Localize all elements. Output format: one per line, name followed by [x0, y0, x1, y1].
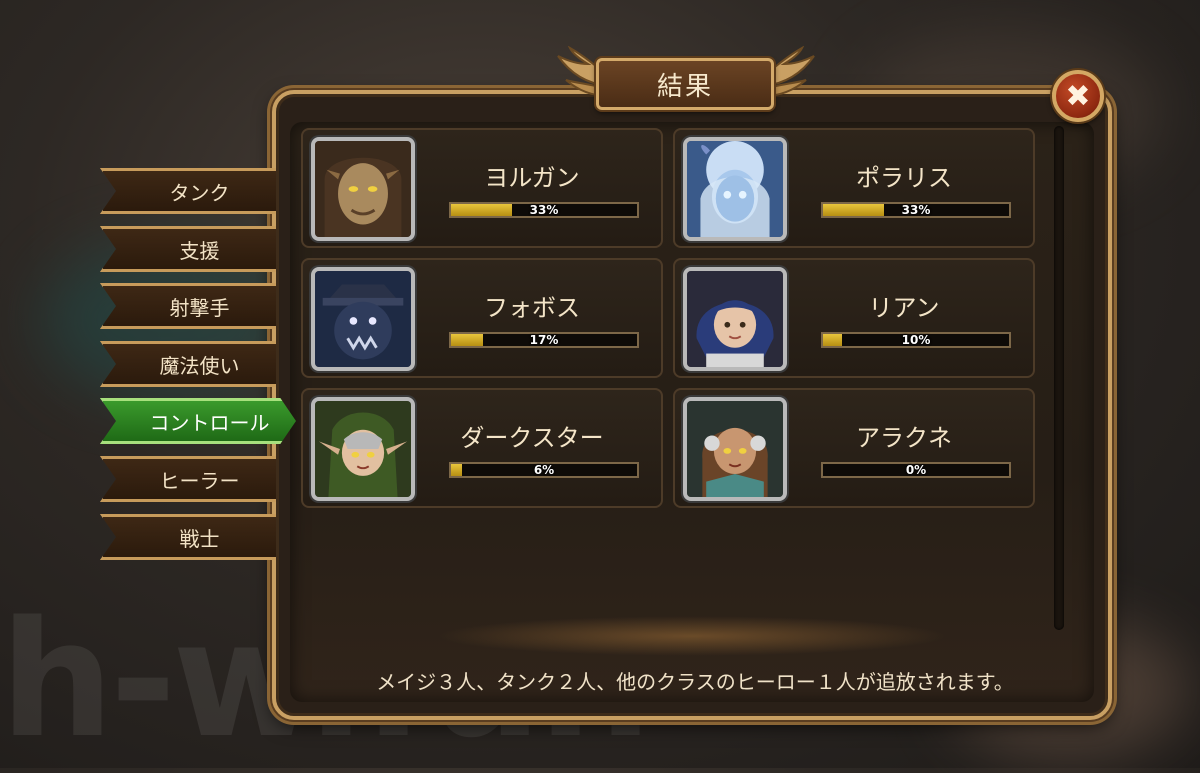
hero-name: リアン [868, 294, 940, 322]
percent-label: 0% [905, 463, 927, 477]
tab-marksman[interactable]: 射撃手 [100, 283, 276, 329]
hero-card[interactable]: ポラリス 33% [673, 128, 1035, 248]
hero-name: フォボス [484, 294, 580, 322]
percent-label: 33% [529, 203, 559, 217]
tab-label: タンク [169, 180, 230, 205]
hero-name: ダークスター [460, 424, 604, 452]
footer-message: メイジ３人、タンク２人、他のクラスのヒーロー１人が追放されます。 [376, 670, 1014, 694]
hero-name: アラクネ [856, 424, 952, 452]
percent-label: 6% [533, 463, 555, 477]
hero-card[interactable]: リアン 10% [673, 258, 1035, 378]
tab-label: 魔法使い [159, 353, 240, 378]
tab-support[interactable]: 支援 [100, 226, 276, 272]
percent-bar: 17% [449, 332, 639, 348]
dark-creature-portrait-icon [311, 267, 415, 371]
tab-control[interactable]: コントロール [100, 398, 296, 444]
ice-spirit-portrait-icon [683, 137, 787, 241]
tab-label: 支援 [179, 238, 220, 263]
hero-card[interactable]: ヨルガン 33% [301, 128, 663, 248]
blue-haired-girl-portrait-icon [683, 267, 787, 371]
close-icon: ✖ [1065, 78, 1091, 114]
armored-woman-portrait-icon [683, 397, 787, 501]
tab-warrior[interactable]: 戦士 [100, 514, 276, 560]
percent-bar: 0% [821, 462, 1011, 478]
tab-healer[interactable]: ヒーラー [100, 456, 276, 502]
hero-card[interactable]: ダークスター 6% [301, 388, 663, 508]
tab-tank[interactable]: タンク [100, 168, 276, 214]
tab-label: 射撃手 [169, 295, 230, 320]
percent-bar: 33% [449, 202, 639, 218]
tab-mage[interactable]: 魔法使い [100, 341, 276, 387]
percent-label: 10% [901, 333, 931, 347]
hero-card[interactable]: アラクネ 0% [673, 388, 1035, 508]
percent-bar: 33% [821, 202, 1011, 218]
hooded-beast-portrait-icon [311, 137, 415, 241]
hero-name: ポラリス [856, 164, 952, 192]
close-button[interactable]: ✖ [1052, 70, 1104, 122]
percent-label: 17% [529, 333, 559, 347]
scrollbar-track[interactable] [1054, 126, 1064, 630]
percent-bar: 10% [821, 332, 1011, 348]
panel-title: 結果 [596, 58, 774, 110]
tab-label: 戦士 [179, 526, 220, 551]
hero-name: ヨルガン [484, 164, 580, 192]
tab-label: ヒーラー [159, 468, 240, 493]
percent-bar: 6% [449, 462, 639, 478]
tab-label: コントロール [149, 410, 270, 435]
percent-label: 33% [901, 203, 931, 217]
hero-card[interactable]: フォボス 17% [301, 258, 663, 378]
hooded-elf-portrait-icon [311, 397, 415, 501]
panel-glow [436, 616, 948, 656]
